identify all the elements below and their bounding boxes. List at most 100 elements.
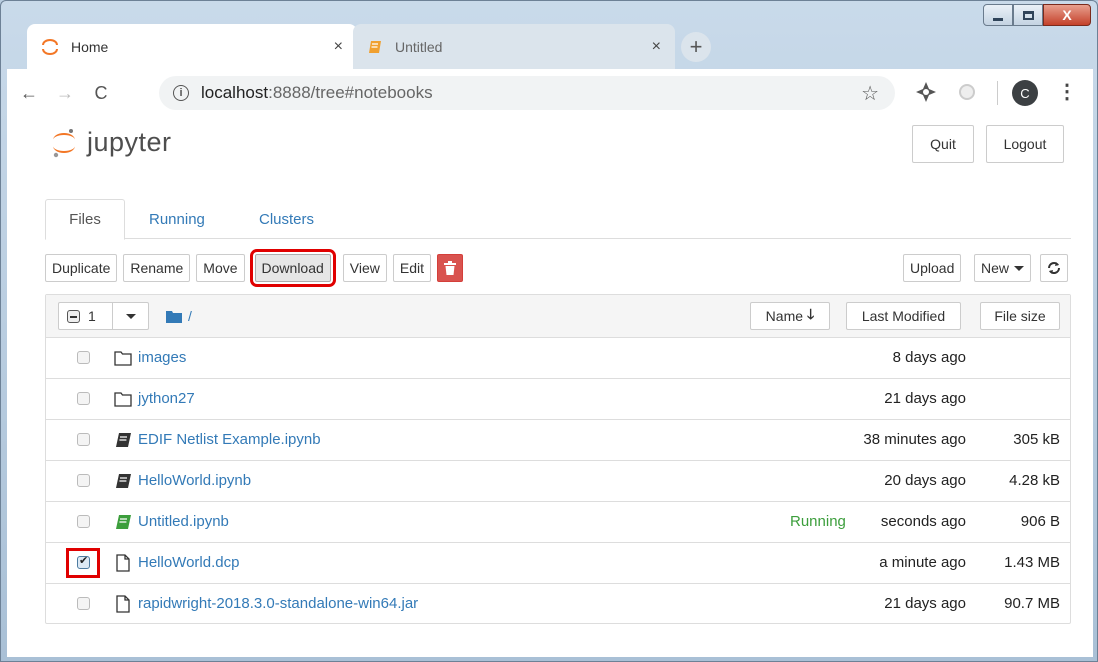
upload-button[interactable]: Upload xyxy=(903,254,962,282)
tab-running[interactable]: Running xyxy=(149,199,205,239)
row-checkbox[interactable] xyxy=(77,392,90,405)
file-modified: 21 days ago xyxy=(884,390,966,407)
logo-text: jupyter xyxy=(87,127,172,157)
url-host: localhost xyxy=(201,83,269,102)
file-modified: 38 minutes ago xyxy=(863,431,966,448)
file-name-link[interactable]: images xyxy=(138,349,186,366)
jupyter-page: jupyter Quit Logout Files Running Cluste… xyxy=(7,117,1093,657)
file-name-link[interactable]: HelloWorld.dcp xyxy=(138,554,239,571)
jupyter-header: jupyter Quit Logout xyxy=(7,117,1093,175)
list-item[interactable]: EDIF Netlist Example.ipynb 38 minutes ag… xyxy=(46,420,1070,461)
browser-tabstrip: Home × Untitled × + xyxy=(9,23,869,69)
running-status: Running xyxy=(790,513,846,530)
window-close-button[interactable]: X xyxy=(1043,4,1091,26)
tab-close-icon[interactable]: × xyxy=(652,38,661,56)
file-size: 906 B xyxy=(1020,513,1060,530)
sort-by-size-button[interactable]: File size xyxy=(980,302,1060,330)
jupyter-logo-icon xyxy=(53,128,75,157)
minus-checkbox-icon xyxy=(67,309,80,323)
breadcrumb[interactable]: / xyxy=(166,308,192,324)
file-modified: 21 days ago xyxy=(884,595,966,612)
folder-icon xyxy=(166,310,182,323)
caret-down-icon xyxy=(1014,265,1025,271)
sort-by-name-button[interactable]: Name 🡓 xyxy=(750,302,830,330)
url-path: :8888/tree#notebooks xyxy=(268,83,433,102)
browser-tab-title: Home xyxy=(71,38,109,55)
breadcrumb-path[interactable]: / xyxy=(188,308,192,324)
row-checkbox[interactable] xyxy=(77,597,90,610)
list-item[interactable]: rapidwright-2018.3.0-standalone-win64.ja… xyxy=(46,584,1070,625)
view-button[interactable]: View xyxy=(342,254,387,282)
move-button[interactable]: Move xyxy=(196,254,245,282)
window-controls: X xyxy=(983,4,1091,26)
back-button[interactable]: ← xyxy=(15,83,43,104)
new-dropdown-button[interactable]: New xyxy=(974,254,1032,282)
minimize-button[interactable] xyxy=(983,4,1013,26)
browser-toolbar: ← → C i localhost:8888/tree#notebooks ☆ … xyxy=(7,69,1093,117)
file-name-link[interactable]: EDIF Netlist Example.ipynb xyxy=(138,431,321,448)
extension-icon[interactable] xyxy=(915,81,937,103)
selection-control[interactable]: 1 xyxy=(58,302,149,330)
select-all-checkbox[interactable]: 1 xyxy=(58,302,113,330)
trash-icon xyxy=(444,261,457,275)
row-checkbox[interactable] xyxy=(77,515,90,528)
row-checkbox[interactable] xyxy=(77,474,90,487)
row-checkbox-checked[interactable] xyxy=(77,554,90,569)
file-list-header: 1 / Name 🡓 Last Modified File size xyxy=(46,295,1070,338)
list-item[interactable]: jython27 21 days ago xyxy=(46,379,1070,420)
browser-menu-icon[interactable]: ⋮ xyxy=(1057,79,1077,104)
duplicate-button[interactable]: Duplicate xyxy=(45,254,118,282)
delete-button[interactable] xyxy=(437,254,464,282)
bookmark-star-icon[interactable]: ☆ xyxy=(861,81,879,106)
notebook-icon xyxy=(116,433,131,447)
file-size: 90.7 MB xyxy=(1004,595,1060,612)
edit-button[interactable]: Edit xyxy=(392,254,432,282)
profile-avatar[interactable]: C xyxy=(1012,80,1038,106)
row-checkbox[interactable] xyxy=(77,433,90,446)
selection-dropdown[interactable] xyxy=(113,302,149,330)
list-item[interactable]: images 8 days ago xyxy=(46,338,1070,379)
new-tab-button[interactable]: + xyxy=(681,32,711,62)
logout-button[interactable]: Logout xyxy=(986,125,1064,163)
file-name-link[interactable]: HelloWorld.ipynb xyxy=(138,472,251,489)
maximize-icon xyxy=(1022,10,1034,20)
browser-tab-untitled[interactable]: Untitled × xyxy=(353,24,675,69)
rename-button[interactable]: Rename xyxy=(123,254,191,282)
new-label: New xyxy=(981,260,1010,276)
jupyter-logo[interactable]: jupyter xyxy=(51,127,172,158)
file-size: 305 kB xyxy=(1013,431,1060,448)
list-item[interactable]: Untitled.ipynb Running seconds ago 906 B xyxy=(46,502,1070,543)
notebook-tabs: Files Running Clusters xyxy=(45,199,1071,240)
file-modified: a minute ago xyxy=(879,554,966,571)
forward-button[interactable]: → xyxy=(51,83,79,104)
name-col-label: Name xyxy=(765,308,804,324)
file-size: 1.43 MB xyxy=(1004,554,1060,571)
jupyter-favicon-icon xyxy=(42,38,58,55)
reload-button[interactable]: C xyxy=(87,83,115,104)
file-modified: 8 days ago xyxy=(892,349,966,366)
maximize-button[interactable] xyxy=(1013,4,1043,26)
selected-count: 1 xyxy=(88,308,96,324)
file-name-link[interactable]: jython27 xyxy=(138,390,195,407)
list-item[interactable]: HelloWorld.ipynb 20 days ago 4.28 kB xyxy=(46,461,1070,502)
file-name-link[interactable]: Untitled.ipynb xyxy=(138,513,229,530)
row-checkbox[interactable] xyxy=(77,351,90,364)
browser-tab-home[interactable]: Home × xyxy=(27,24,357,69)
tab-clusters[interactable]: Clusters xyxy=(259,199,314,239)
tab-files[interactable]: Files xyxy=(45,199,125,240)
sort-by-modified-button[interactable]: Last Modified xyxy=(846,302,961,330)
list-item[interactable]: HelloWorld.dcp a minute ago 1.43 MB xyxy=(46,543,1070,584)
extension-circle-icon[interactable] xyxy=(959,84,975,100)
refresh-button[interactable] xyxy=(1040,254,1068,282)
file-name-link[interactable]: rapidwright-2018.3.0-standalone-win64.ja… xyxy=(138,595,418,612)
quit-button[interactable]: Quit xyxy=(912,125,974,163)
address-bar[interactable]: i localhost:8888/tree#notebooks ☆ xyxy=(159,76,895,110)
file-icon xyxy=(116,554,130,572)
notebook-favicon-icon xyxy=(369,40,381,53)
download-button[interactable]: Download xyxy=(249,249,336,287)
folder-outline-icon xyxy=(114,392,132,407)
tab-close-icon[interactable]: × xyxy=(334,38,343,56)
notebook-icon xyxy=(116,474,131,488)
refresh-icon xyxy=(1048,262,1060,274)
site-info-icon[interactable]: i xyxy=(173,85,189,101)
